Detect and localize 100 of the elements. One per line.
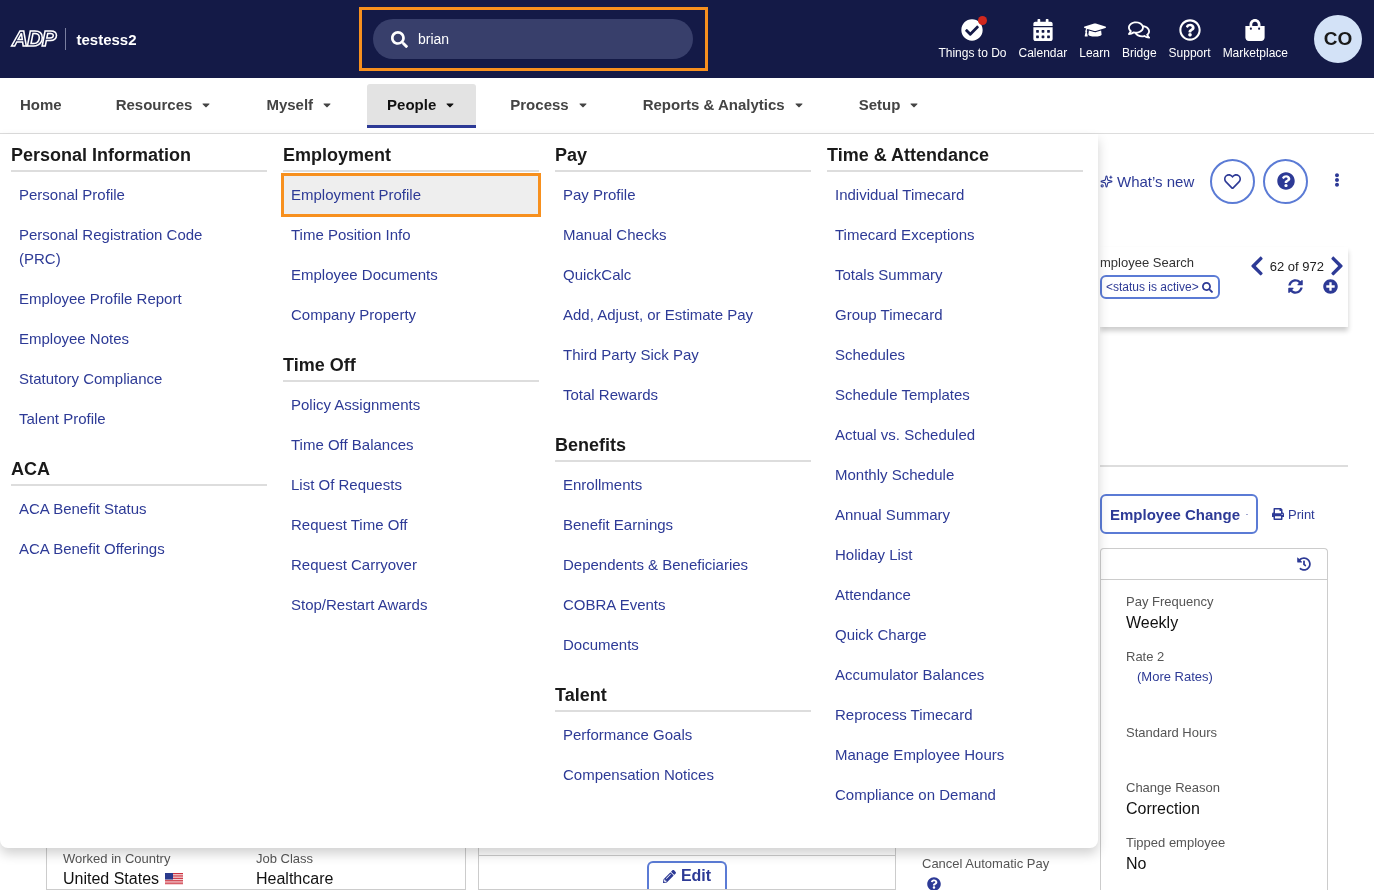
menu-item[interactable]: Time Off Balances: [283, 425, 539, 465]
question-bubble-icon: [1178, 18, 1201, 41]
menu-item[interactable]: Holiday List: [827, 535, 1083, 575]
toolbar-item[interactable]: Bridge: [1121, 18, 1157, 60]
nav-tab[interactable]: People: [367, 84, 477, 125]
menu-item[interactable]: Personal Profile: [11, 175, 267, 215]
menu-item[interactable]: Company Property: [283, 295, 539, 335]
history-icon[interactable]: [1297, 557, 1311, 571]
menu-item[interactable]: Talent Profile: [11, 399, 267, 439]
help-button[interactable]: [1263, 158, 1309, 204]
toolbar-item[interactable]: Calendar: [1018, 18, 1068, 60]
search-icon: [1201, 281, 1213, 293]
field-value: Healthcare: [256, 870, 335, 888]
menu-item[interactable]: Third Party Sick Pay: [555, 335, 811, 375]
menu-item[interactable]: Employment Profile: [283, 175, 539, 215]
menu-item[interactable]: Timecard Exceptions: [827, 215, 1083, 255]
filter-chip[interactable]: <status is active>: [1100, 275, 1220, 299]
menu-heading: ACA: [11, 457, 267, 486]
menu-item[interactable]: Time Position Info: [283, 215, 539, 255]
menu-item[interactable]: Request Carryover: [283, 545, 539, 585]
menu-item[interactable]: Totals Summary: [827, 255, 1083, 295]
field-label: Tipped employee: [1126, 835, 1227, 850]
menu-item[interactable]: Manage Employee Hours: [827, 735, 1083, 775]
field-value: Weekly: [1126, 614, 1180, 632]
menu-item[interactable]: Dependents & Beneficiaries: [555, 545, 811, 585]
menu-item[interactable]: QuickCalc: [555, 255, 811, 295]
menu-item[interactable]: Policy Assignments: [283, 385, 539, 425]
nav-tab[interactable]: Process: [490, 84, 609, 125]
menu-item[interactable]: Add, Adjust, or Estimate Pay: [555, 295, 811, 335]
record-counter: 62 of 972: [1269, 258, 1324, 274]
menu-item[interactable]: Schedule Templates: [827, 375, 1083, 415]
field-label: Change Reason: [1126, 780, 1221, 795]
toolbar-item[interactable]: Support: [1168, 18, 1211, 60]
menu-item[interactable]: Total Rewards: [555, 375, 811, 415]
menu-item[interactable]: Enrollments: [555, 465, 811, 505]
menu-item[interactable]: Annual Summary: [827, 495, 1083, 535]
field-label: Job Class: [256, 851, 315, 866]
favorite-button[interactable]: [1210, 158, 1256, 204]
calendar-icon: [1031, 18, 1054, 41]
avatar[interactable]: CO: [1314, 15, 1362, 63]
menu-item[interactable]: ACA Benefit Offerings: [11, 529, 267, 569]
menu-item[interactable]: List Of Requests: [283, 465, 539, 505]
help-icon[interactable]: [927, 877, 941, 890]
menu-heading: Personal Information: [11, 143, 267, 172]
menu-item[interactable]: Reprocess Timecard: [827, 695, 1083, 735]
menu-item[interactable]: Documents: [555, 625, 811, 665]
menu-heading: Time & Attendance: [827, 143, 1083, 172]
menu-item[interactable]: Accumulator Balances: [827, 655, 1083, 695]
menu-heading: Benefits: [555, 433, 811, 462]
panel-label: mployee Search: [1100, 255, 1195, 270]
menu-item[interactable]: Compensation Notices: [555, 755, 811, 795]
menu-item[interactable]: Individual Timecard: [827, 175, 1083, 215]
edit-button[interactable]: Edit: [646, 861, 728, 889]
shopping-bag-icon: [1244, 18, 1267, 41]
menu-item[interactable]: Employee Notes: [11, 319, 267, 359]
menu-item[interactable]: ACA Benefit Status: [11, 489, 267, 529]
employee-change-button[interactable]: Employee Change: [1100, 494, 1258, 534]
company-name: testess2: [76, 30, 137, 48]
search-field[interactable]: brian: [373, 19, 693, 59]
menu-item[interactable]: Compliance on Demand: [827, 775, 1083, 815]
add-icon[interactable]: [1323, 279, 1338, 294]
menu-item[interactable]: COBRA Events: [555, 585, 811, 625]
menu-item[interactable]: Schedules: [827, 335, 1083, 375]
field-label: Cancel Automatic Pay: [922, 856, 1050, 871]
more-rates-link[interactable]: (More Rates): [1137, 669, 1327, 684]
menu-item[interactable]: Quick Charge: [827, 615, 1083, 655]
field-label: Pay Frequency: [1126, 594, 1215, 609]
menu-item[interactable]: Statutory Compliance: [11, 359, 267, 399]
toolbar-item[interactable]: Marketplace: [1222, 18, 1288, 60]
search-icon: [391, 30, 408, 48]
menu-item[interactable]: Monthly Schedule: [827, 455, 1083, 495]
menu-item[interactable]: Employee Documents: [283, 255, 539, 295]
toolbar-item[interactable]: Things to Do: [938, 18, 1007, 60]
menu-item[interactable]: Benefit Earnings: [555, 505, 811, 545]
refresh-icon[interactable]: [1288, 279, 1303, 294]
nav-tab[interactable]: Reports & Analytics: [622, 84, 825, 125]
menu-item[interactable]: Group Timecard: [827, 295, 1083, 335]
menu-item[interactable]: Performance Goals: [555, 715, 811, 755]
nav-tab[interactable]: Myself: [246, 84, 354, 125]
menu-item[interactable]: Request Time Off: [283, 505, 539, 545]
menu-item[interactable]: Actual vs. Scheduled: [827, 415, 1083, 455]
pencil-icon: [662, 869, 676, 883]
nav-tab[interactable]: Home: [0, 84, 82, 125]
menu-item[interactable]: Stop/Restart Awards: [283, 585, 539, 625]
menu-item[interactable]: Manual Checks: [555, 215, 811, 255]
logo[interactable]: ADP: [12, 26, 56, 52]
sparkle-icon: [1100, 174, 1113, 188]
toolbar-item[interactable]: Learn: [1079, 18, 1110, 60]
printer-icon: [1272, 508, 1284, 520]
nav-tab[interactable]: Resources: [95, 84, 233, 125]
menu-item[interactable]: Employee Profile Report: [11, 279, 267, 319]
menu-item[interactable]: Pay Profile: [555, 175, 811, 215]
whats-new-link[interactable]: What’s new: [1100, 172, 1195, 190]
menu-heading: Talent: [555, 683, 811, 712]
print-link[interactable]: Print: [1272, 506, 1315, 522]
help-icon: [1276, 172, 1295, 190]
menu-item[interactable]: Personal Registration Code (PRC): [11, 215, 267, 279]
field-value: United States: [63, 870, 160, 888]
nav-tab[interactable]: Setup: [838, 84, 941, 125]
menu-item[interactable]: Attendance: [827, 575, 1083, 615]
